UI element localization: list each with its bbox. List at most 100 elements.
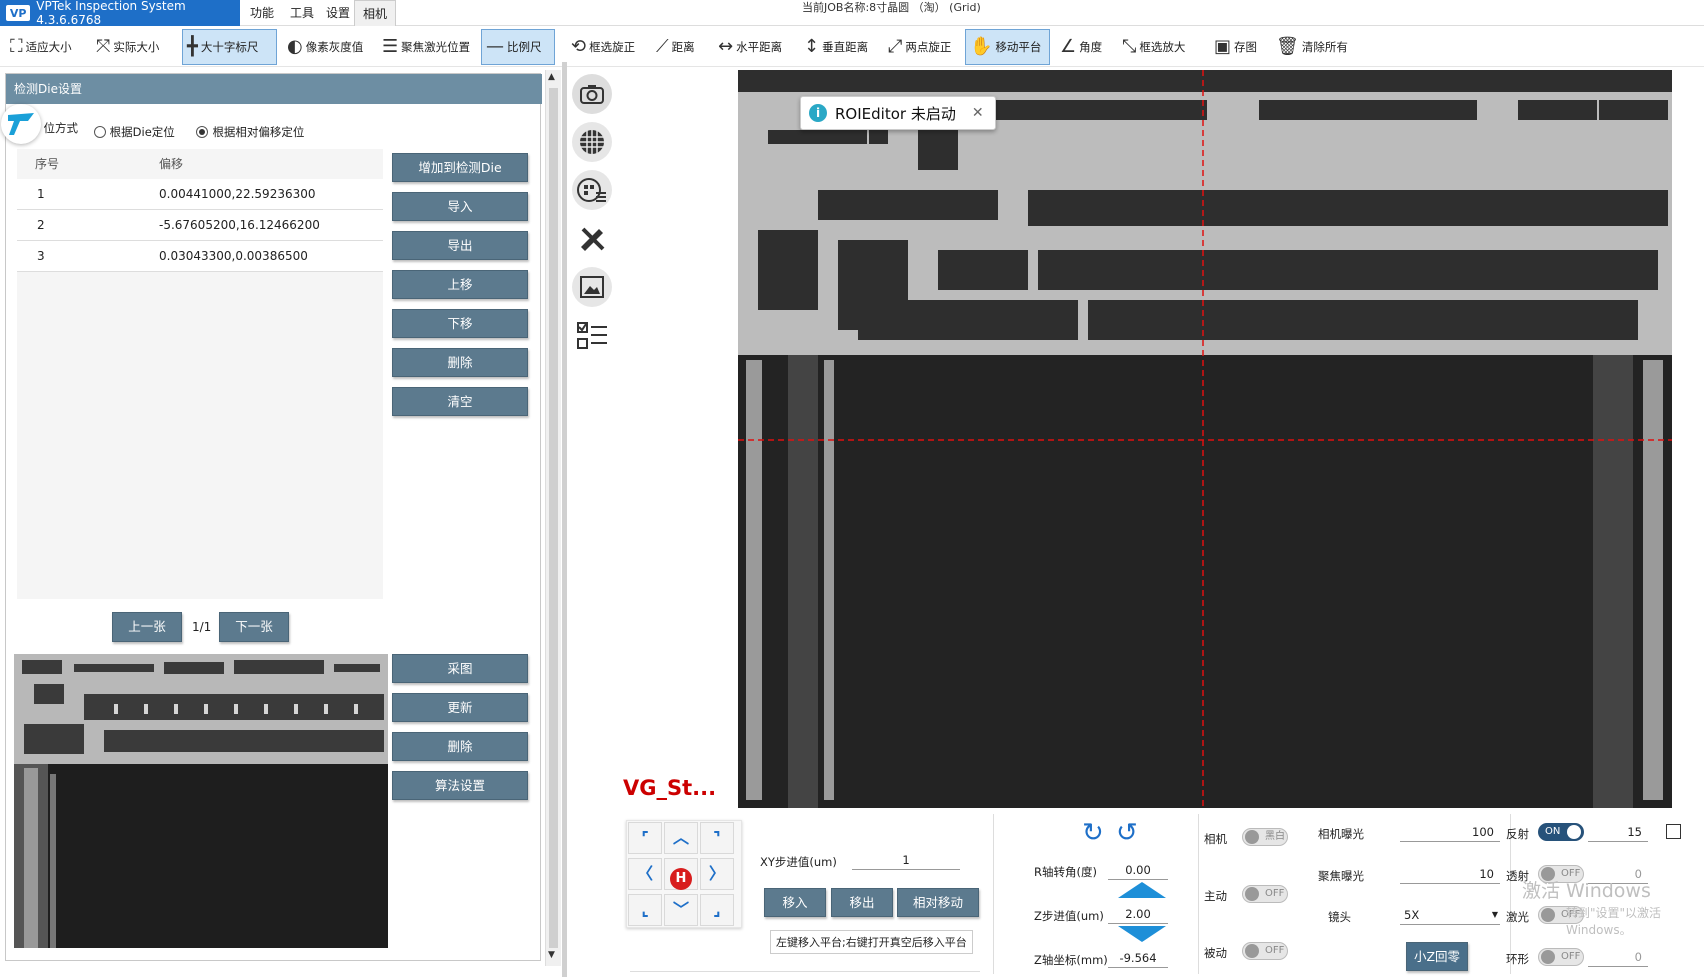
table-row[interactable]: 3 0.03043300,0.00386500 <box>17 241 383 272</box>
radio-die-circle[interactable] <box>93 126 106 138</box>
horizontal-distance-label: 水平距离 <box>736 40 783 54</box>
relative-move-button[interactable]: 相对移动 <box>897 888 979 917</box>
jog-right-icon[interactable]: 〉 <box>700 858 734 890</box>
radio-offset-locate[interactable]: 根据相对偏移定位 <box>196 125 304 139</box>
lens-select[interactable]: 5X ▼ <box>1400 905 1500 925</box>
delete-image-button[interactable]: 删除 <box>392 732 528 761</box>
rotate-ccw-icon[interactable]: ↻ <box>1082 820 1104 846</box>
move-up-button[interactable]: 上移 <box>392 270 528 299</box>
grid-icon[interactable] <box>572 122 612 162</box>
close-icon[interactable]: ✕ <box>972 105 984 121</box>
big-crosshair-label: 大十字标尺 <box>200 40 259 54</box>
menu-tools[interactable]: 工具 <box>282 0 322 26</box>
jog-down-icon[interactable]: ﹀ <box>664 894 698 926</box>
clear-button[interactable]: 清空 <box>392 387 528 416</box>
camera-icon[interactable] <box>572 74 612 114</box>
checklist-icon[interactable] <box>572 316 612 356</box>
radio-offset-circle[interactable] <box>196 126 209 138</box>
home-icon[interactable]: H <box>664 858 698 890</box>
two-point-rotate-button[interactable]: ⤢ 两点旋正 <box>884 29 955 65</box>
jog-up-icon[interactable]: ︿ <box>664 822 698 854</box>
horizontal-distance-button[interactable]: ↔ 水平距离 <box>714 29 786 65</box>
prev-image-button[interactable]: 上一张 <box>112 612 182 642</box>
export-button[interactable]: 导出 <box>392 231 528 260</box>
move-in-button[interactable]: 移入 <box>764 888 826 917</box>
algorithm-settings-button[interactable]: 算法设置 <box>392 771 528 800</box>
box-rotate-button[interactable]: ⟲ 框选旋正 <box>567 29 639 65</box>
pixel-gray-label: 像素灰度值 <box>305 40 364 54</box>
ring-toggle[interactable]: OFF <box>1538 948 1584 966</box>
menu-camera[interactable]: 相机 <box>354 0 397 26</box>
wafer-list-icon[interactable] <box>572 170 612 210</box>
jog-up-right-icon[interactable]: ⌝ <box>700 822 734 854</box>
move-out-button[interactable]: 移出 <box>831 888 893 917</box>
menu-settings[interactable]: 设置 <box>318 0 358 26</box>
angle-label: 角度 <box>1079 40 1103 54</box>
scale-bar-button[interactable]: — 比例尺 <box>481 29 555 65</box>
scroll-down-icon[interactable]: ▼ <box>548 950 555 960</box>
laser-icon: ☰ <box>382 36 399 57</box>
active-toggle[interactable]: OFF <box>1242 885 1288 903</box>
jog-left-icon[interactable]: 〈 <box>628 858 662 890</box>
box-zoom-button[interactable]: ⤡ 框选放大 <box>1118 29 1189 65</box>
tools-icon[interactable] <box>572 218 612 258</box>
jog-up-left-icon[interactable]: ⌜ <box>628 822 662 854</box>
pixel-gray-button[interactable]: ◐ 像素灰度值 <box>283 29 367 65</box>
delete-button[interactable]: 删除 <box>392 348 528 377</box>
next-image-button[interactable]: 下一张 <box>219 612 289 642</box>
camera-label: 相机 <box>1204 832 1227 846</box>
active-label: 主动 <box>1204 889 1227 903</box>
add-detect-die-button[interactable]: 增加到检测Die <box>392 153 528 182</box>
z-step-label: Z步进值(um) <box>1034 909 1104 923</box>
main-camera-view[interactable] <box>738 70 1672 808</box>
table-row[interactable]: 1 0.00441000,22.59236300 <box>17 179 383 210</box>
panel-divider[interactable] <box>562 62 567 977</box>
vertical-distance-button[interactable]: ↕ 垂直距离 <box>800 29 872 65</box>
fit-size-button[interactable]: ⛶ 适应大小 <box>6 29 76 65</box>
xy-step-input[interactable]: 1 <box>852 850 960 870</box>
focus-laser-button[interactable]: ☰ 聚焦激光位置 <box>378 29 474 65</box>
diagonal-line-icon: ⤢ <box>888 36 903 57</box>
z-up-icon[interactable] <box>1118 882 1166 898</box>
jog-down-left-icon[interactable]: ⌞ <box>628 894 662 926</box>
jog-down-right-icon[interactable]: ⌟ <box>700 894 734 926</box>
table-row[interactable]: 2 -5.67605200,16.12466200 <box>17 210 383 241</box>
small-z-home-button[interactable]: 小Z回零 <box>1406 942 1468 971</box>
radio-die-locate[interactable]: 根据Die定位 <box>93 125 175 139</box>
radio-die-label: 根据Die定位 <box>109 125 175 139</box>
crosshair-icon: ╋ <box>187 36 198 57</box>
distance-button[interactable]: ⟋ 距离 <box>652 29 699 65</box>
reflect-toggle[interactable]: ON <box>1538 823 1584 841</box>
scroll-up-icon[interactable]: ▲ <box>548 72 555 82</box>
passive-toggle[interactable]: OFF <box>1242 942 1288 960</box>
move-down-button[interactable]: 下移 <box>392 309 528 338</box>
ring-value[interactable]: 0 <box>1588 947 1648 967</box>
scroll-thumb[interactable] <box>549 88 558 948</box>
floating-logo[interactable] <box>1 104 41 144</box>
col-index-header: 序号 <box>35 157 60 171</box>
move-stage-button[interactable]: ✋ 移动平台 <box>965 29 1050 65</box>
update-button[interactable]: 更新 <box>392 693 528 722</box>
reflect-value[interactable]: 15 <box>1588 822 1648 842</box>
camera-color-toggle[interactable]: 黑白 <box>1242 828 1288 846</box>
big-crosshair-button[interactable]: ╋ 大十字标尺 <box>182 29 277 65</box>
image-frame-icon[interactable] <box>572 267 612 307</box>
import-button[interactable]: 导入 <box>392 192 528 221</box>
save-image-button[interactable]: ▣ 存图 <box>1210 29 1261 65</box>
z-step-input[interactable]: 2.00 <box>1108 904 1168 924</box>
chevron-down-icon: ▼ <box>1491 910 1498 919</box>
app-logo-icon: VP <box>6 5 31 21</box>
angle-button[interactable]: ∠ 角度 <box>1056 29 1106 65</box>
actual-size-button[interactable]: ⤧ 实际大小 <box>92 29 163 65</box>
rotate-cw-icon[interactable]: ↺ <box>1116 820 1138 846</box>
focus-exposure-input[interactable]: 10 <box>1400 864 1500 884</box>
left-panel-scrollbar[interactable]: ▲ ▼ <box>545 70 561 966</box>
camera-exposure-input[interactable]: 100 <box>1400 822 1500 842</box>
capture-image-button[interactable]: 采图 <box>392 654 528 683</box>
r-axis-value[interactable]: 0.00 <box>1108 860 1168 880</box>
reflect-checkbox[interactable] <box>1666 824 1681 839</box>
menu-function[interactable]: 功能 <box>242 0 282 26</box>
camera-glyph <box>580 85 604 104</box>
z-down-icon[interactable] <box>1118 926 1166 942</box>
clear-all-button[interactable]: 🗑 清除所有 <box>1272 29 1352 65</box>
